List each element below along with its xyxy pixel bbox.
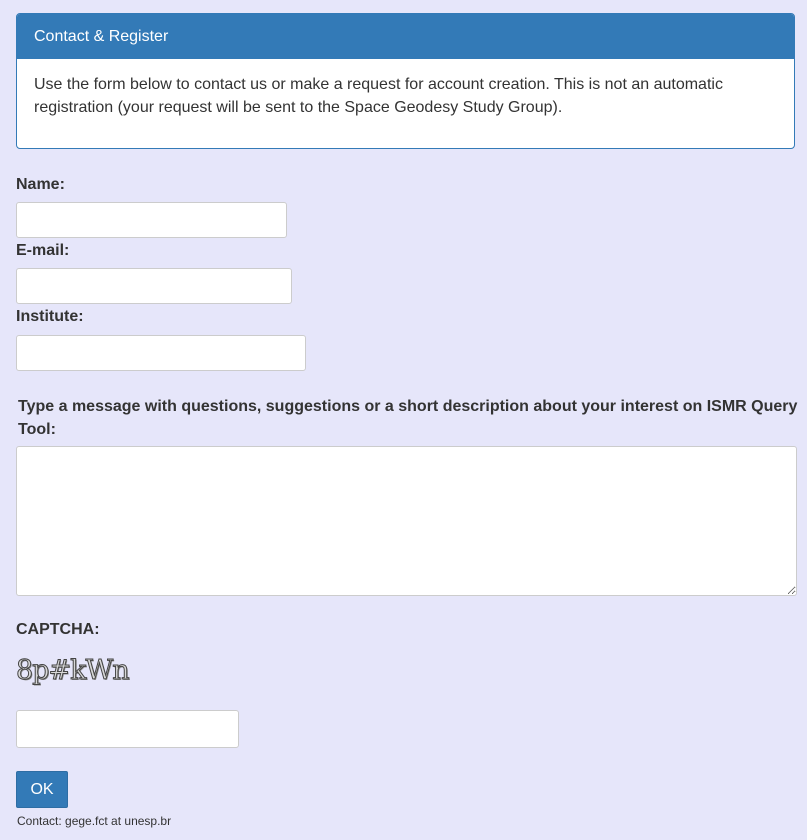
- footer-contact: Contact: gege.fct at unesp.br: [17, 814, 172, 828]
- email-label: E-mail:: [16, 242, 70, 259]
- email-input[interactable]: [16, 268, 292, 304]
- ok-button[interactable]: OK: [16, 771, 68, 808]
- name-label: Name:: [16, 176, 65, 193]
- message-textarea[interactable]: [16, 446, 797, 596]
- captcha-input[interactable]: [16, 710, 239, 748]
- institute-input[interactable]: [16, 335, 306, 371]
- panel-title: Contact & Register: [17, 14, 794, 59]
- institute-label: Institute:: [16, 308, 84, 325]
- name-input[interactable]: [16, 202, 287, 238]
- captcha-image: 8p#kWn: [16, 655, 131, 687]
- panel-description: Use the form below to contact us or make…: [34, 76, 723, 116]
- contact-register-panel: Contact & Register Use the form below to…: [16, 13, 795, 149]
- captcha-label: CAPTCHA:: [16, 621, 100, 638]
- message-label: Type a message with questions, suggestio…: [18, 398, 798, 438]
